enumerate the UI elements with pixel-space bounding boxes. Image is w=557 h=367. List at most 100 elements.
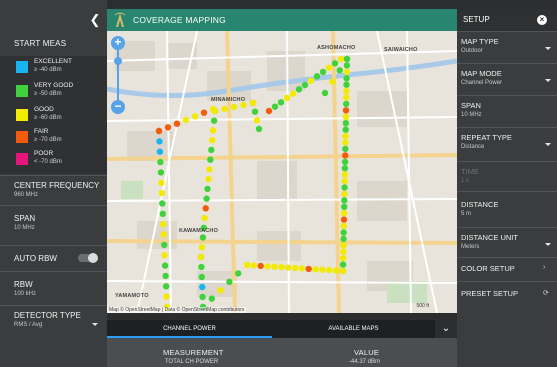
- route-measurement-point: [208, 295, 215, 302]
- left-panel: ❮ START MEAS EXCELLENT ≥ -40 dBm VERY GO…: [0, 0, 107, 367]
- route-measurement-point: [341, 177, 348, 185]
- route-measurement-point: [208, 146, 215, 154]
- map-type-dropdown[interactable]: MAP TYPE Outdoor: [457, 31, 557, 63]
- zoom-slider-handle[interactable]: [114, 57, 122, 65]
- route-measurement-point: [200, 109, 208, 116]
- rbw-label: RBW: [14, 280, 33, 289]
- color-setup-button[interactable]: COLOR SETUP ›: [457, 257, 557, 281]
- route-measurement-point: [295, 86, 303, 93]
- start-meas-button[interactable]: START MEAS: [0, 34, 107, 54]
- route-measurement-point: [340, 248, 347, 255]
- chevron-down-icon: [545, 47, 551, 50]
- route-measurement-point: [161, 262, 169, 269]
- route-measurement-point: [340, 235, 347, 243]
- route-measurement-point: [343, 81, 350, 88]
- chevron-down-icon[interactable]: ⌄: [435, 320, 457, 338]
- time-value: 1 s: [461, 178, 470, 184]
- route-measurement-point: [156, 148, 164, 155]
- route-measurement-point: [198, 263, 205, 271]
- tab-available-maps[interactable]: AVAILABLE MAPS: [272, 320, 435, 338]
- route-measurement-point: [250, 262, 258, 269]
- map-attribution[interactable]: Map © OpenStreetMap | Data © OpenStreetM…: [107, 307, 247, 313]
- route-measurement-point: [198, 273, 205, 281]
- span-setup-value: 10 MHz: [461, 112, 482, 118]
- route-measurement-point: [160, 221, 167, 228]
- map-mode-dropdown[interactable]: MAP MODE Channel Power: [457, 63, 557, 95]
- route-measurement-point: [312, 266, 319, 273]
- route-measurement-point: [341, 184, 348, 191]
- route-measurement-point: [155, 127, 163, 135]
- results-tabs: CHANNEL POWER AVAILABLE MAPS ⌄: [107, 320, 457, 338]
- chevron-down-icon: [545, 143, 551, 146]
- center-frequency-label: CENTER FREQUENCY: [14, 181, 100, 190]
- rbw-control[interactable]: RBW 100 kHz: [0, 271, 107, 305]
- legend-value: ≥ -40 dBm: [34, 67, 62, 73]
- route-measurement-point: [325, 64, 333, 71]
- chevron-left-icon[interactable]: ❮: [88, 13, 102, 27]
- distance-control[interactable]: DISTANCE 5 m: [457, 191, 557, 227]
- route-measurement-point: [343, 87, 350, 95]
- route-measurement-point: [162, 283, 170, 290]
- route-measurement-point: [257, 262, 264, 270]
- chevron-down-icon: [92, 323, 98, 326]
- route-measurement-point: [226, 278, 233, 285]
- auto-rbw-toggle[interactable]: [78, 253, 98, 263]
- span-control[interactable]: SPAN 10 MHz: [0, 205, 107, 245]
- route-measurement-point: [209, 127, 217, 134]
- preset-setup-button[interactable]: PRESET SETUP ⟳: [457, 281, 557, 307]
- zoom-out-button[interactable]: −: [111, 100, 125, 114]
- route-measurement-point: [217, 287, 224, 294]
- route-measurement-point: [342, 126, 349, 133]
- route-measurement-point: [341, 190, 348, 198]
- route-measurement-point: [209, 137, 216, 144]
- route-measurement-point: [199, 293, 206, 301]
- route-measurement-point: [199, 234, 207, 241]
- map-label: ASHOMACHO: [317, 45, 356, 51]
- route-measurement-point: [319, 266, 326, 273]
- route-measurement-point: [341, 158, 349, 165]
- map-header: COVERAGE MAPPING: [107, 9, 457, 31]
- route-measurement-point: [207, 156, 214, 163]
- repeat-type-dropdown[interactable]: REPEAT TYPE Distance: [457, 127, 557, 161]
- route-measurement-point: [230, 103, 238, 111]
- route-measurement-point: [340, 216, 348, 223]
- legend-swatch: [16, 85, 28, 97]
- center-frequency-control[interactable]: CENTER FREQUENCY 960 MHz: [0, 175, 107, 205]
- close-icon[interactable]: ×: [537, 15, 547, 25]
- auto-rbw-control[interactable]: AUTO RBW: [0, 245, 107, 271]
- route-measurement-point: [340, 210, 348, 217]
- route-measurement-point: [201, 214, 208, 222]
- span-value: 10 MHz: [14, 225, 35, 231]
- column-header-value: VALUE: [354, 348, 380, 357]
- tab-channel-power[interactable]: CHANNEL POWER: [107, 320, 272, 338]
- route-measurement-point: [326, 266, 333, 274]
- legend-value: ≥ -50 dBm: [34, 91, 62, 97]
- route-measurement-point: [161, 241, 168, 249]
- coverage-map[interactable]: + − ASHOMACHO SAIWAICHO MINAMICHO KAWAMA…: [107, 31, 457, 313]
- route-measurement-point: [343, 55, 351, 63]
- distance-unit-dropdown[interactable]: DISTANCE UNIT Meters: [457, 227, 557, 257]
- zoom-slider[interactable]: [117, 47, 119, 100]
- distance-label: DISTANCE: [461, 200, 499, 209]
- route-measurement-point: [342, 132, 349, 140]
- route-measurement-point: [206, 166, 213, 173]
- route-measurement-point: [343, 68, 350, 75]
- route-measurement-point: [182, 116, 190, 124]
- route-measurement-point: [235, 270, 242, 277]
- route-measurement-point: [210, 117, 218, 124]
- span-setup-control[interactable]: SPAN 10 MHz: [457, 95, 557, 127]
- route-measurement-point: [331, 60, 339, 67]
- route-measurement-point: [204, 185, 211, 193]
- detector-type-dropdown[interactable]: DETECTOR TYPE RMS / Avg: [0, 305, 107, 337]
- route-measurement-point: [337, 55, 345, 63]
- map-label: KAWAMACHO: [179, 228, 219, 234]
- map-canvas[interactable]: [107, 31, 457, 313]
- route-measurement-point: [305, 265, 312, 273]
- route-measurement-point: [243, 261, 251, 269]
- route-measurement-point: [251, 108, 259, 115]
- route-measurement-point: [321, 89, 329, 97]
- distance-unit-label: DISTANCE UNIT: [461, 233, 518, 242]
- route-measurement-point: [159, 210, 166, 217]
- route-measurement-point: [342, 139, 349, 146]
- measurement-name-cell: TOTAL CH POWER: [165, 359, 219, 365]
